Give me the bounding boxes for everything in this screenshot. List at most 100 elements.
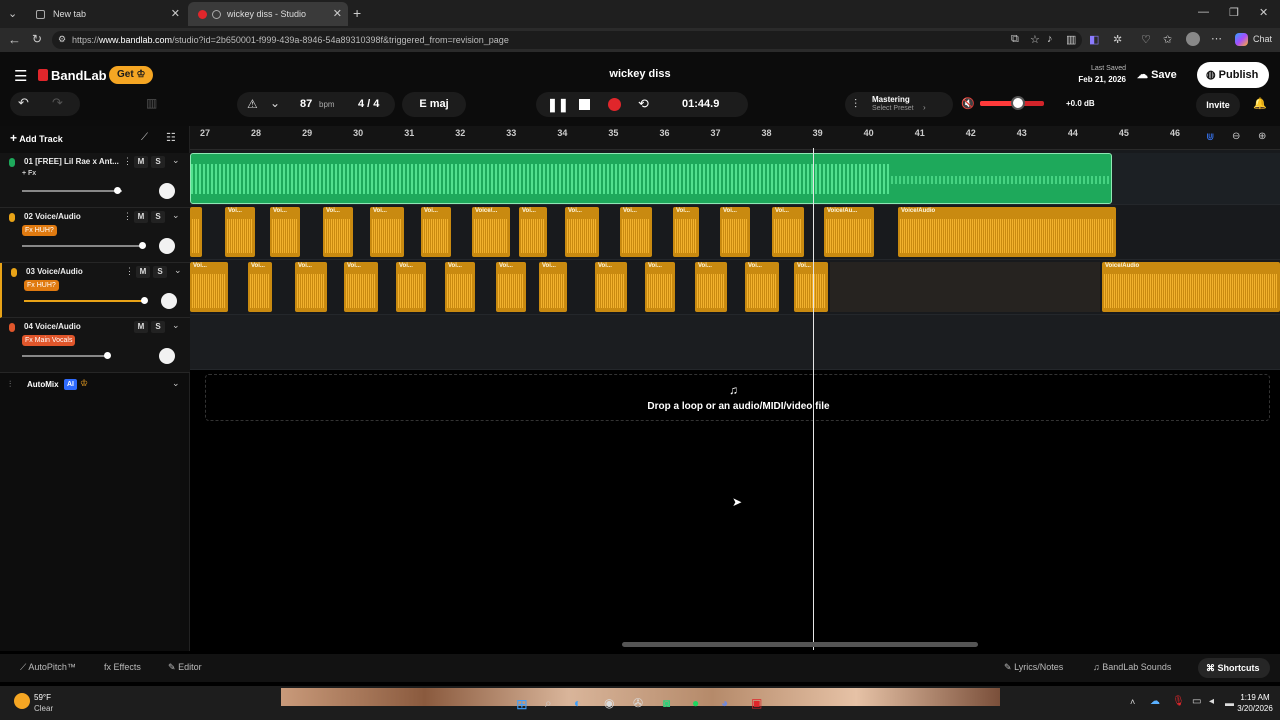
audio-clip[interactable]: Voi...	[794, 262, 828, 312]
url-field[interactable]: https://www.bandlab.com/studio?id=2b6500…	[52, 31, 1082, 49]
bpm-value[interactable]: 87	[300, 98, 312, 110]
lyrics-notes-button[interactable]: ✎ Lyrics/Notes	[1004, 662, 1063, 673]
undo-icon[interactable]: ↶	[18, 95, 29, 111]
timeline-ruler[interactable]: 27 28 29 30 31 32 33 34 35 36 37 38 39 40 41 42 43 44 45 46…	[190, 126, 1280, 150]
browser-essentials-icon[interactable]: ♡	[1141, 33, 1151, 46]
snap-magnet-icon[interactable]: ⋓	[1206, 132, 1214, 143]
add-track-button[interactable]: + Add Track	[10, 131, 82, 147]
drop-zone[interactable]: ♫ Drop a loop or an audio/MIDI/video fil…	[205, 374, 1270, 421]
track-settings-icon[interactable]: ☷	[166, 131, 176, 144]
audio-clip[interactable]: Voi...	[720, 207, 750, 257]
track-more-icon[interactable]: ⋮	[123, 211, 132, 222]
track-header-2[interactable]: 02 Voice/Audio Fx HUH? ⋮ M S ⌄	[0, 208, 190, 263]
audio-clip[interactable]: Voi...	[519, 207, 547, 257]
tab-menu-chevron-icon[interactable]: ⌄	[8, 7, 17, 20]
audio-clip[interactable]: Voi...	[190, 262, 228, 312]
tab-studio[interactable]: wickey diss - Studio ✕	[188, 2, 348, 26]
track-more-icon[interactable]: ⋮	[123, 156, 132, 167]
audio-clip[interactable]: Voice/Au...	[824, 207, 874, 257]
magic-wand-icon[interactable]: ⟋	[141, 132, 148, 143]
zoom-in-icon[interactable]: ⊕	[1258, 131, 1266, 142]
audio-clip[interactable]: Voi...	[270, 207, 300, 257]
read-aloud-icon[interactable]: ♪	[1047, 33, 1053, 45]
onedrive-icon[interactable]: ☁	[1150, 696, 1160, 707]
track-volume-slider[interactable]	[22, 245, 144, 247]
minimize-icon[interactable]: —	[1198, 6, 1209, 18]
weather-icon[interactable]	[14, 693, 30, 709]
solo-button[interactable]: S	[151, 211, 165, 223]
mute-button[interactable]: M	[134, 211, 148, 223]
more-menu-icon[interactable]: ⋯	[1211, 32, 1222, 45]
track-header-3[interactable]: 03 Voice/Audio Fx HUH? ⋮ M S ⌄	[0, 263, 190, 318]
pan-knob[interactable]	[159, 238, 175, 254]
microphone-tray-icon[interactable]: 🎙	[1172, 696, 1185, 707]
audio-clip[interactable]: Voi...	[673, 207, 699, 257]
pan-knob[interactable]	[161, 293, 177, 309]
lane-4[interactable]	[190, 315, 1280, 370]
windows-start-icon[interactable]: ⊞	[516, 696, 528, 713]
audio-clip[interactable]: Voice/Audio	[1102, 262, 1280, 312]
audio-clip[interactable]: Voi...	[370, 207, 404, 257]
audio-clip[interactable]: Voi...	[565, 207, 599, 257]
volume-thumb[interactable]	[104, 352, 111, 359]
split-screen-icon[interactable]: ▥	[1066, 33, 1076, 46]
audio-clip[interactable]: Voi...	[225, 207, 255, 257]
time-signature[interactable]: 4 / 4	[358, 98, 379, 110]
maximize-icon[interactable]: ❐	[1229, 6, 1239, 19]
copilot-chat-label[interactable]: Chat	[1253, 34, 1272, 44]
app-icon[interactable]: ◉	[604, 696, 614, 710]
loop-icon[interactable]: ⟲	[638, 96, 649, 112]
beat-clip[interactable]	[190, 153, 1112, 204]
project-title[interactable]: wickey diss	[540, 68, 740, 80]
close-tab-icon[interactable]: ✕	[333, 7, 342, 20]
hamburger-menu-icon[interactable]: ☰	[14, 67, 27, 85]
save-button[interactable]: ☁ Save	[1137, 65, 1189, 85]
shortcuts-button[interactable]: ⌘ Shortcuts	[1198, 658, 1270, 678]
chevron-down-icon[interactable]: ⌄	[172, 320, 180, 331]
key-selector[interactable]: E maj	[402, 92, 466, 117]
lane-2[interactable]: Voi... Voi... Voi... Voi... Voi... Voice…	[190, 205, 1280, 260]
display-icon[interactable]: ▭	[1192, 696, 1201, 707]
audio-clip[interactable]: Voi...	[595, 262, 627, 312]
bandlab-app-icon[interactable]: ▣	[751, 696, 762, 710]
discord-icon[interactable]: ◕	[721, 696, 728, 710]
effects-button[interactable]: fx Effects	[104, 662, 141, 672]
track-volume-slider[interactable]	[22, 355, 108, 357]
chevron-down-icon[interactable]: ⌄	[172, 378, 180, 389]
brand-name[interactable]: BandLab	[51, 68, 107, 83]
close-tab-icon[interactable]: ✕	[171, 7, 180, 20]
audio-clip[interactable]: Voi...	[620, 207, 652, 257]
pan-knob[interactable]	[159, 348, 175, 364]
spotify-icon[interactable]: ●	[692, 696, 699, 710]
chevron-down-icon[interactable]: ⌄	[174, 265, 182, 276]
record-icon[interactable]	[608, 98, 621, 111]
track-name[interactable]: 04 Voice/Audio	[24, 322, 81, 331]
track-name[interactable]: 02 Voice/Audio	[24, 212, 81, 221]
audio-clip[interactable]: Voi...	[745, 262, 779, 312]
tab-new-tab[interactable]: New tab ✕	[26, 2, 186, 26]
metronome-dropdown-icon[interactable]: ⌄	[270, 96, 280, 110]
track-header-1[interactable]: 01 [FREE] Lil Rae x Ant... + Fx ⋮ M S ⌄	[0, 153, 190, 208]
audio-clip[interactable]: Voice/Audio	[898, 207, 1116, 257]
metronome-icon[interactable]: ⚠	[247, 97, 258, 111]
get-membership-button[interactable]: Get ♔	[109, 66, 153, 84]
mute-button[interactable]: M	[136, 266, 150, 278]
volume-thumb[interactable]	[139, 242, 146, 249]
solo-button[interactable]: S	[151, 156, 165, 168]
new-tab-plus-icon[interactable]: +	[353, 5, 361, 21]
audio-clip[interactable]: Voi...	[445, 262, 475, 312]
mute-button[interactable]: M	[134, 321, 148, 333]
audio-clip[interactable]: Voi...	[496, 262, 526, 312]
track-volume-slider[interactable]	[22, 190, 122, 192]
clock-date[interactable]: 3/20/2026	[1232, 704, 1278, 713]
fx-preset-badge[interactable]: Fx Main Vocals	[22, 335, 76, 346]
track-name[interactable]: 03 Voice/Audio	[26, 267, 83, 276]
track-volume-slider[interactable]	[24, 300, 146, 302]
chevron-down-icon[interactable]: ⌄	[172, 210, 180, 221]
bandlab-sounds-button[interactable]: ♫ BandLab Sounds	[1093, 662, 1171, 672]
volume-thumb[interactable]	[1011, 96, 1026, 110]
audio-clip[interactable]: Voi...	[421, 207, 451, 257]
audio-clip[interactable]: Voi...	[396, 262, 426, 312]
speaker-icon[interactable]: ◂	[1209, 696, 1214, 707]
reload-icon[interactable]: ↻	[32, 32, 42, 46]
